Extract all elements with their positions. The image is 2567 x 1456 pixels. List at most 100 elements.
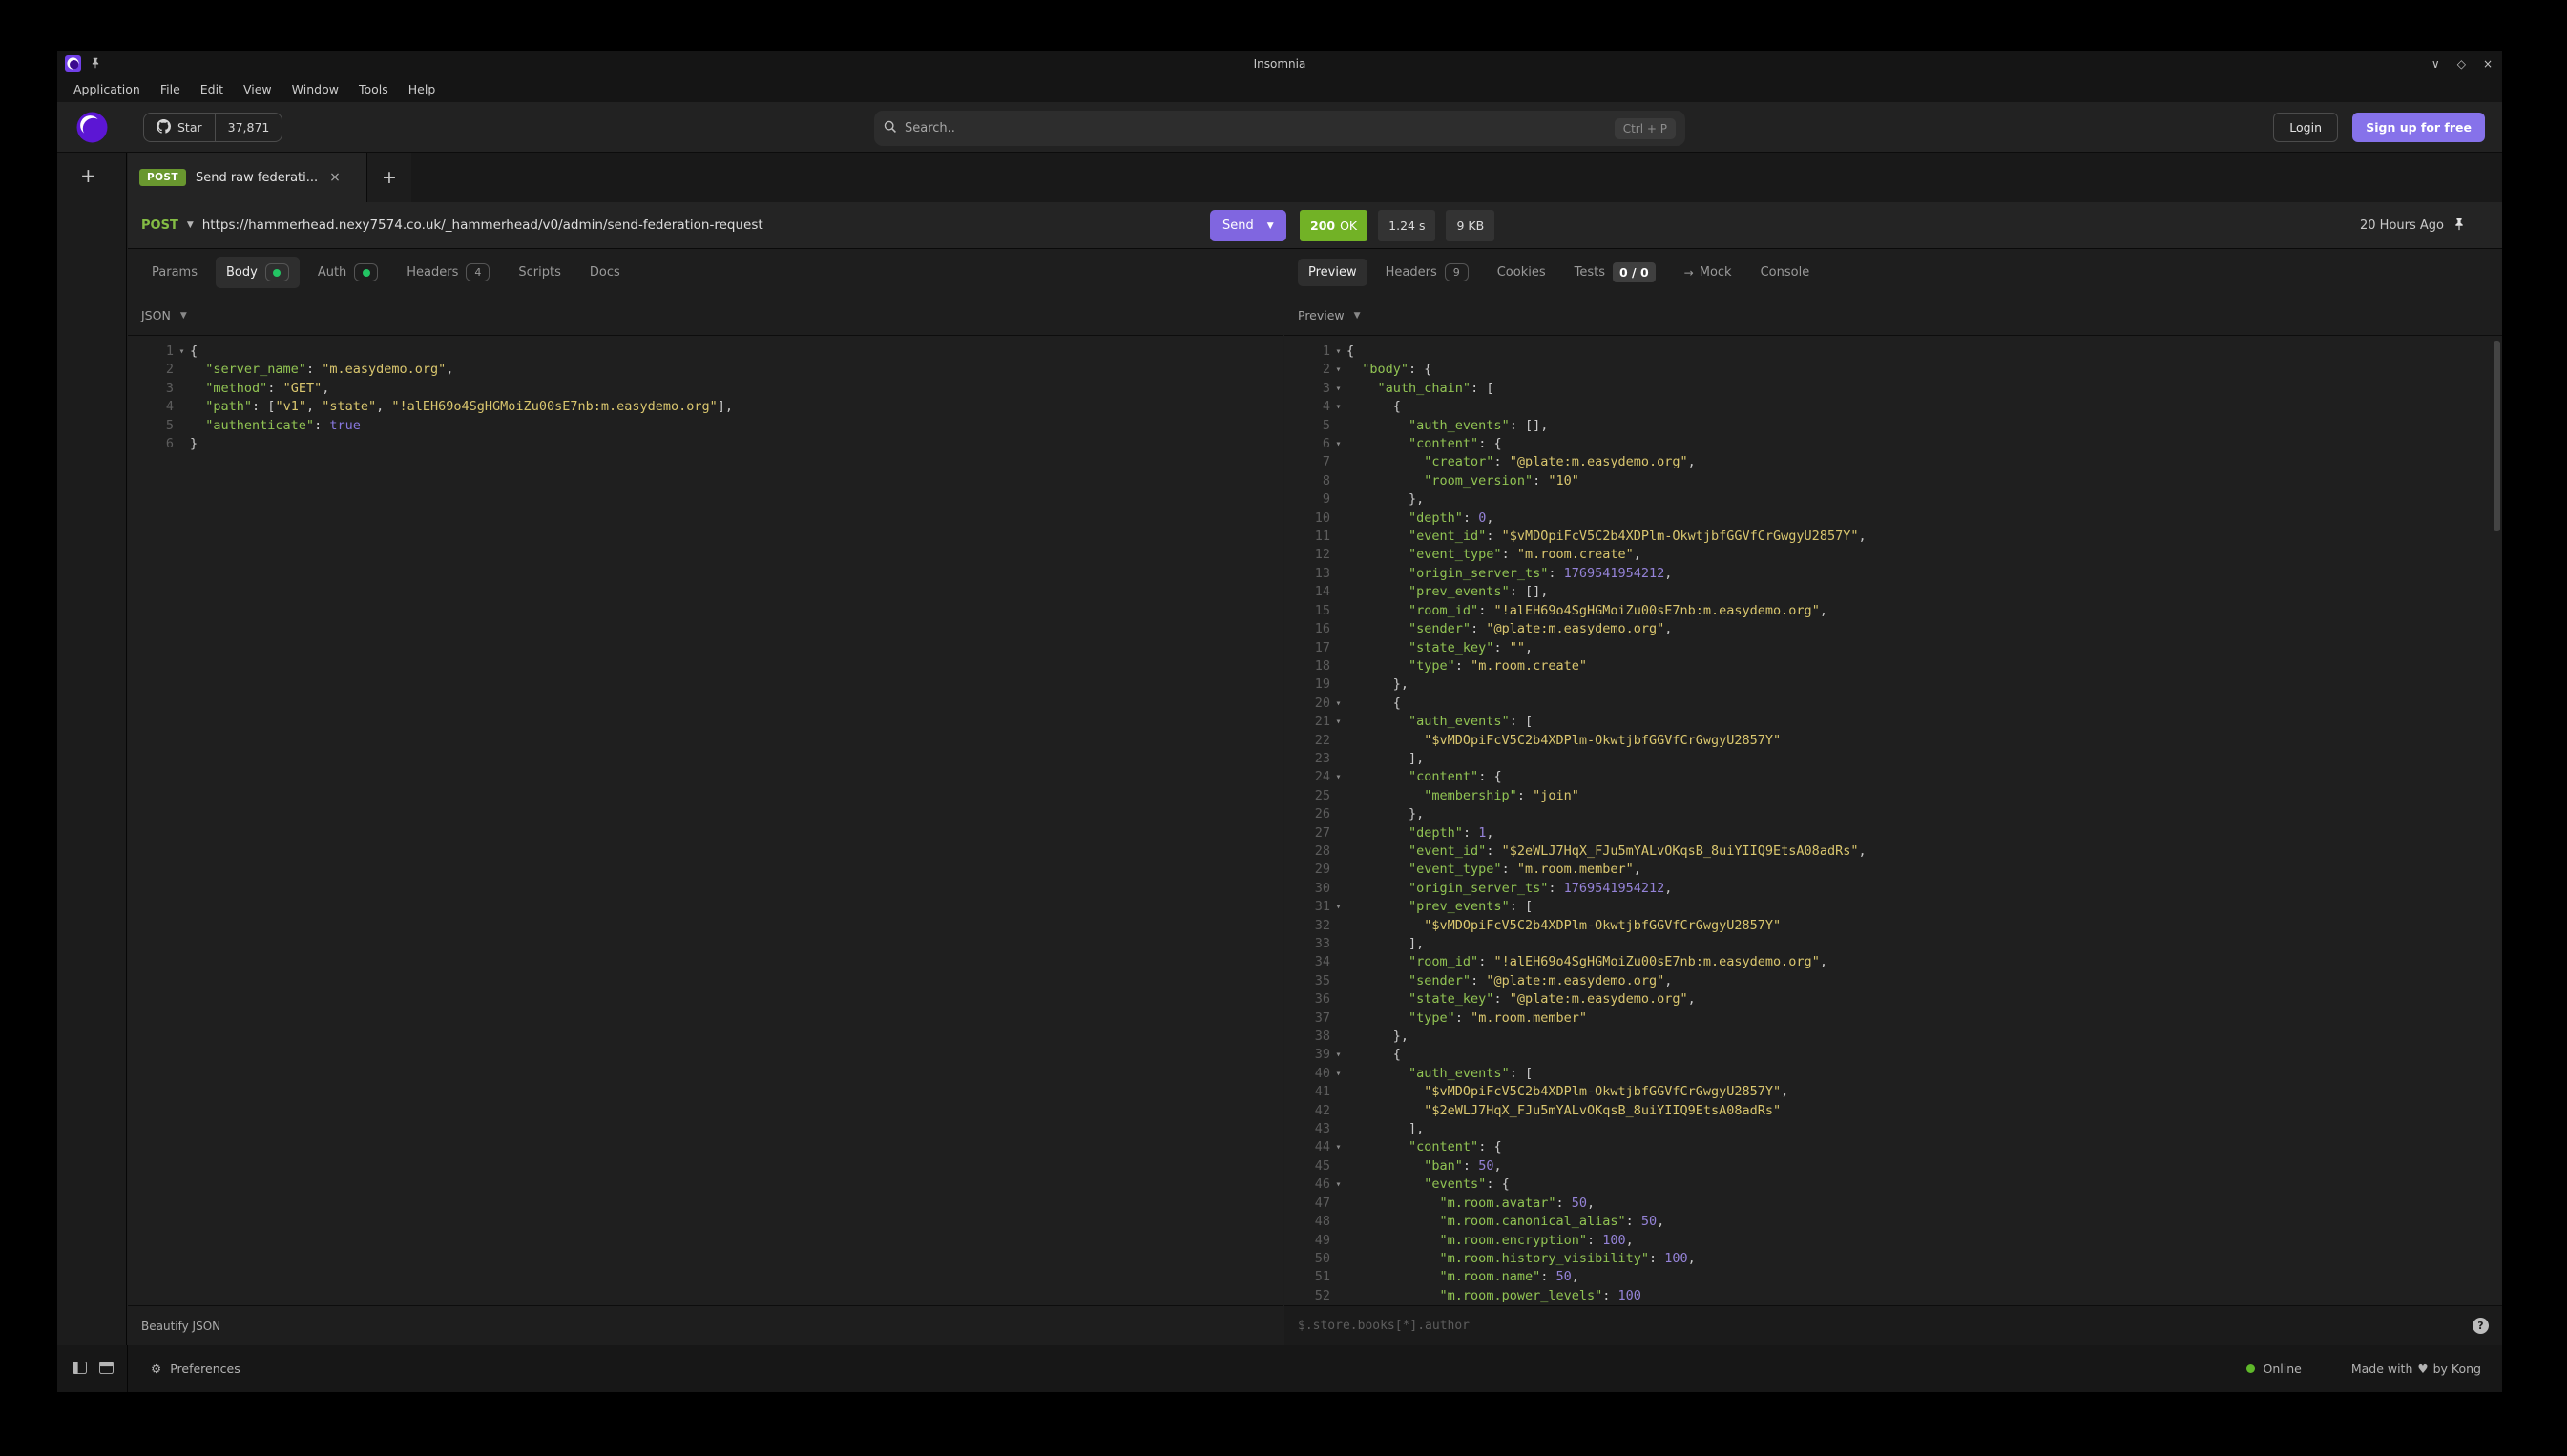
code-line-37[interactable]: 37 "type": "m.room.member" xyxy=(1284,1009,2502,1028)
code-line-46[interactable]: 46▾ "events": { xyxy=(1284,1175,2502,1194)
fold-arrow-icon[interactable]: ▾ xyxy=(1330,695,1346,713)
code-line-48[interactable]: 48 "m.room.canonical_alias": 50, xyxy=(1284,1213,2502,1231)
code-line-12[interactable]: 12 "event_type": "m.room.create", xyxy=(1284,546,2502,564)
code-line-32[interactable]: 32 "$vMDOpiFcV5C2b4XDPlm-OkwtjbfGGVfCrGw… xyxy=(1284,917,2502,935)
code-line-25[interactable]: 25 "membership": "join" xyxy=(1284,787,2502,805)
fold-arrow-icon[interactable]: ▾ xyxy=(1330,398,1346,416)
code-line-23[interactable]: 23 ], xyxy=(1284,750,2502,768)
tab-console[interactable]: Console xyxy=(1750,259,1821,286)
tab-response-headers[interactable]: Headers 9 xyxy=(1375,257,1479,288)
tab-scripts[interactable]: Scripts xyxy=(508,259,571,286)
send-dropdown-icon[interactable]: ▼ xyxy=(1267,221,1274,231)
code-line-41[interactable]: 41 "$vMDOpiFcV5C2b4XDPlm-OkwtjbfGGVfCrGw… xyxy=(1284,1083,2502,1101)
code-line-44[interactable]: 44▾ "content": { xyxy=(1284,1138,2502,1156)
body-type-selector[interactable]: JSON xyxy=(141,308,171,322)
toggle-panel-icon[interactable] xyxy=(99,1362,114,1377)
code-line-52[interactable]: 52 "m.room.power_levels": 100 xyxy=(1284,1287,2502,1305)
response-body-viewer[interactable]: 1▾{2▾ "body": {3▾ "auth_chain": [4▾ {5 "… xyxy=(1284,336,2502,1305)
code-line-50[interactable]: 50 "m.room.history_visibility": 100, xyxy=(1284,1250,2502,1268)
response-scrollbar[interactable] xyxy=(2494,341,2500,531)
minimize-button[interactable]: ∨ xyxy=(2431,57,2440,71)
code-line-13[interactable]: 13 "origin_server_ts": 1769541954212, xyxy=(1284,565,2502,583)
code-line-4[interactable]: 4 "path": ["v1", "state", "!alEH69o4SgHG… xyxy=(128,398,1283,416)
tab-params[interactable]: Params xyxy=(141,259,208,286)
code-line-5[interactable]: 5 "auth_events": [], xyxy=(1284,417,2502,435)
code-line-8[interactable]: 8 "room_version": "10" xyxy=(1284,472,2502,490)
close-button[interactable]: × xyxy=(2483,57,2493,71)
code-line-3[interactable]: 3▾ "auth_chain": [ xyxy=(1284,380,2502,398)
tab-close-icon[interactable]: × xyxy=(329,170,341,185)
tab-mock[interactable]: → Mock xyxy=(1674,259,1743,286)
code-line-33[interactable]: 33 ], xyxy=(1284,935,2502,953)
code-line-17[interactable]: 17 "state_key": "", xyxy=(1284,639,2502,657)
request-body-editor[interactable]: 1▾{2 "server_name": "m.easydemo.org",3 "… xyxy=(128,336,1283,1305)
code-line-47[interactable]: 47 "m.room.avatar": 50, xyxy=(1284,1195,2502,1213)
history-pin-icon[interactable] xyxy=(2452,218,2466,235)
fold-arrow-icon[interactable]: ▾ xyxy=(1330,1138,1346,1156)
fold-arrow-icon[interactable]: ▾ xyxy=(1330,898,1346,916)
fold-arrow-icon[interactable]: ▾ xyxy=(1330,361,1346,379)
code-line-2[interactable]: 2▾ "body": { xyxy=(1284,361,2502,379)
code-line-22[interactable]: 22 "$vMDOpiFcV5C2b4XDPlm-OkwtjbfGGVfCrGw… xyxy=(1284,732,2502,750)
tab-tests[interactable]: Tests 0 / 0 xyxy=(1564,256,1666,289)
fold-arrow-icon[interactable]: ▾ xyxy=(1330,435,1346,453)
maximize-button[interactable]: ◇ xyxy=(2457,57,2466,71)
code-line-9[interactable]: 9 }, xyxy=(1284,490,2502,509)
fold-arrow-icon[interactable]: ▾ xyxy=(174,343,190,361)
tab-preview[interactable]: Preview xyxy=(1298,259,1367,286)
code-line-49[interactable]: 49 "m.room.encryption": 100, xyxy=(1284,1232,2502,1250)
tab-request-headers[interactable]: Headers 4 xyxy=(396,257,500,288)
code-line-18[interactable]: 18 "type": "m.room.create" xyxy=(1284,657,2502,676)
code-line-21[interactable]: 21▾ "auth_events": [ xyxy=(1284,713,2502,731)
menu-file[interactable]: File xyxy=(160,82,180,96)
code-line-5[interactable]: 5 "authenticate": true xyxy=(128,417,1283,435)
tab-body[interactable]: Body xyxy=(216,257,300,288)
response-filter-input[interactable] xyxy=(1298,1319,2473,1333)
code-line-3[interactable]: 3 "method": "GET", xyxy=(128,380,1283,398)
code-line-34[interactable]: 34 "room_id": "!alEH69o4SgHGMoiZu00sE7nb… xyxy=(1284,953,2502,971)
fold-arrow-icon[interactable]: ▾ xyxy=(1330,1175,1346,1194)
rail-new-request-button[interactable]: + xyxy=(80,164,96,187)
fold-arrow-icon[interactable]: ▾ xyxy=(1330,380,1346,398)
url-method-label[interactable]: POST xyxy=(141,218,178,233)
code-line-40[interactable]: 40▾ "auth_events": [ xyxy=(1284,1065,2502,1083)
preview-mode-selector[interactable]: Preview xyxy=(1298,308,1345,322)
fold-arrow-icon[interactable]: ▾ xyxy=(1330,1065,1346,1083)
preferences-button[interactable]: ⚙ Preferences xyxy=(128,1362,240,1376)
code-line-31[interactable]: 31▾ "prev_events": [ xyxy=(1284,898,2502,916)
menu-tools[interactable]: Tools xyxy=(359,82,388,96)
code-line-2[interactable]: 2 "server_name": "m.easydemo.org", xyxy=(128,361,1283,379)
preview-mode-dropdown-icon[interactable]: ▼ xyxy=(1354,311,1361,321)
method-dropdown-icon[interactable]: ▼ xyxy=(187,220,194,230)
fold-arrow-icon[interactable]: ▾ xyxy=(1330,1046,1346,1064)
code-line-6[interactable]: 6▾ "content": { xyxy=(1284,435,2502,453)
menu-edit[interactable]: Edit xyxy=(200,82,223,96)
github-star-button[interactable]: Star 37,871 xyxy=(143,113,282,142)
menu-view[interactable]: View xyxy=(243,82,272,96)
menu-help[interactable]: Help xyxy=(408,82,436,96)
send-button[interactable]: Send ▼ xyxy=(1210,210,1286,241)
body-type-dropdown-icon[interactable]: ▼ xyxy=(180,311,187,321)
code-line-16[interactable]: 16 "sender": "@plate:m.easydemo.org", xyxy=(1284,620,2502,638)
code-line-6[interactable]: 6} xyxy=(128,435,1283,453)
filter-help-icon[interactable]: ? xyxy=(2473,1318,2489,1334)
code-line-26[interactable]: 26 }, xyxy=(1284,805,2502,823)
code-line-11[interactable]: 11 "event_id": "$vMDOpiFcV5C2b4XDPlm-Okw… xyxy=(1284,528,2502,546)
code-line-43[interactable]: 43 ], xyxy=(1284,1120,2502,1138)
code-line-51[interactable]: 51 "m.room.name": 50, xyxy=(1284,1268,2502,1286)
fold-arrow-icon[interactable]: ▾ xyxy=(1330,343,1346,361)
tab-auth[interactable]: Auth xyxy=(307,257,388,288)
insomnia-logo-icon[interactable] xyxy=(76,112,108,143)
code-line-39[interactable]: 39▾ { xyxy=(1284,1046,2502,1064)
code-line-38[interactable]: 38 }, xyxy=(1284,1028,2502,1046)
code-line-15[interactable]: 15 "room_id": "!alEH69o4SgHGMoiZu00sE7nb… xyxy=(1284,602,2502,620)
code-line-1[interactable]: 1▾{ xyxy=(128,343,1283,361)
signup-button[interactable]: Sign up for free xyxy=(2352,113,2485,142)
tab-docs[interactable]: Docs xyxy=(579,259,631,286)
code-line-28[interactable]: 28 "event_id": "$2eWLJ7HqX_FJu5mYALvOKqs… xyxy=(1284,842,2502,861)
menu-application[interactable]: Application xyxy=(73,82,140,96)
code-line-14[interactable]: 14 "prev_events": [], xyxy=(1284,583,2502,601)
fold-arrow-icon[interactable]: ▾ xyxy=(1330,713,1346,731)
code-line-1[interactable]: 1▾{ xyxy=(1284,343,2502,361)
code-line-19[interactable]: 19 }, xyxy=(1284,676,2502,694)
